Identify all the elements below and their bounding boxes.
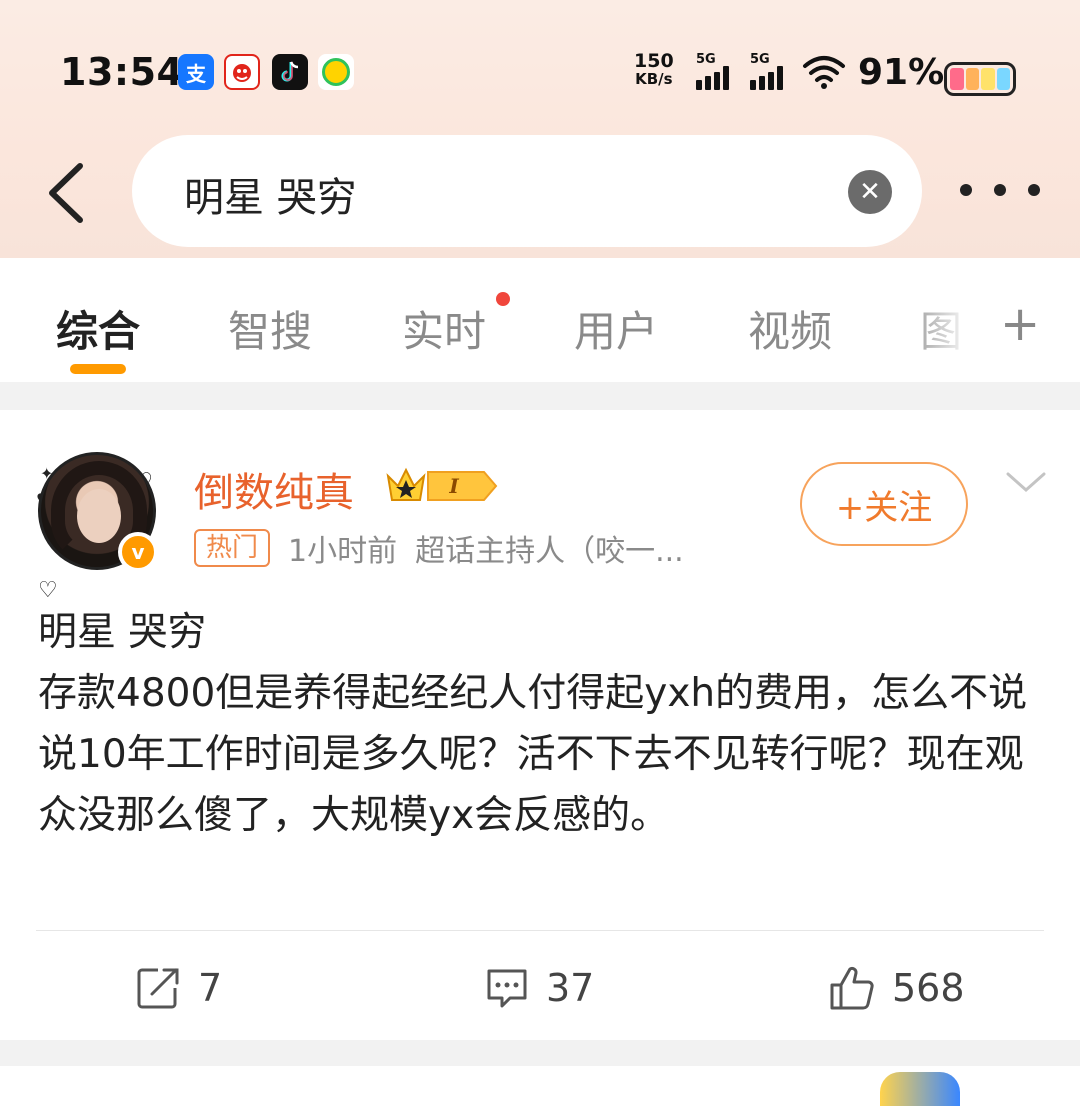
crown-badge-icon: I bbox=[384, 462, 500, 506]
hot-tag: 热门 bbox=[194, 529, 271, 567]
alipay-icon: 支 bbox=[178, 54, 214, 90]
tiktok-icon bbox=[272, 54, 308, 90]
add-tab-button[interactable]: + bbox=[1000, 296, 1040, 352]
next-post-card bbox=[0, 1066, 1080, 1106]
search-query: 明星 哭穷 bbox=[184, 175, 357, 221]
post-title-line: 明星 哭穷 bbox=[38, 610, 207, 655]
music-icon bbox=[318, 54, 354, 90]
sticker-icon bbox=[880, 1072, 960, 1106]
search-input[interactable]: 明星 哭穷 ✕ bbox=[132, 135, 922, 247]
post-source[interactable]: 超话主持人（咬一... bbox=[415, 526, 684, 570]
follow-button[interactable]: +关注 bbox=[800, 462, 968, 546]
repost-count: 7 bbox=[198, 966, 223, 1010]
tab-bar: 综合 智搜 实时 用户 视频 图 + bbox=[0, 258, 1080, 382]
divider bbox=[36, 930, 1044, 931]
post-card: ✦ ♡ ✦ ♡ ♥ ♡ v 倒数纯真 I 热门 1小时前 超话主持人（咬一...… bbox=[0, 410, 1080, 1040]
comment-count: 37 bbox=[546, 966, 595, 1010]
jd-icon bbox=[224, 54, 260, 90]
close-icon: ✕ bbox=[859, 177, 881, 207]
thumbs-up-icon bbox=[830, 966, 874, 1010]
tab-realtime[interactable]: 实时 bbox=[402, 298, 486, 359]
username[interactable]: 倒数纯真 bbox=[194, 460, 354, 518]
verified-badge-icon: v bbox=[118, 532, 158, 572]
like-count: 568 bbox=[892, 966, 965, 1010]
heart-icon: ♡ bbox=[38, 578, 58, 603]
tab-comprehensive[interactable]: 综合 bbox=[56, 298, 140, 359]
more-dot bbox=[1028, 184, 1040, 196]
status-time: 13:54 bbox=[60, 50, 184, 94]
svg-text:I: I bbox=[448, 474, 459, 498]
post-time: 1小时前 bbox=[288, 534, 398, 569]
net-speed: 150 KB/s bbox=[634, 50, 674, 89]
more-dot bbox=[994, 184, 1006, 196]
chevron-left-icon bbox=[49, 163, 83, 223]
avatar[interactable]: ✦ ♡ ✦ ♡ ♥ ♡ v bbox=[34, 440, 164, 603]
back-button[interactable] bbox=[40, 160, 96, 226]
tab-fade bbox=[900, 288, 990, 368]
battery-segment bbox=[996, 68, 1010, 90]
signal-icon: 5G bbox=[748, 52, 794, 92]
notification-dot bbox=[496, 292, 510, 306]
repost-button[interactable]: 7 bbox=[136, 958, 222, 1018]
battery-segment bbox=[965, 68, 979, 90]
battery-level: 91% bbox=[858, 52, 945, 93]
tab-videos[interactable]: 视频 bbox=[748, 298, 832, 359]
post-meta: 热门 1小时前 超话主持人（咬一... bbox=[194, 526, 684, 570]
post-content[interactable]: 明星 哭穷 存款4800但是养得起经纪人付得起yxh的费用，怎么不说说10年工作… bbox=[38, 602, 1048, 846]
comment-icon bbox=[487, 969, 527, 1008]
battery-segment bbox=[950, 68, 964, 90]
active-tab-indicator bbox=[70, 364, 126, 374]
signal-icon: 5G bbox=[694, 52, 740, 92]
status-bar: 13:54 支 150 KB/s 5G 5G 91% bbox=[0, 40, 1080, 110]
comment-button[interactable]: 37 bbox=[484, 958, 594, 1018]
post-text: 存款4800但是养得起经纪人付得起yxh的费用，怎么不说说10年工作时间是多久呢… bbox=[38, 671, 1028, 838]
wifi-icon bbox=[802, 54, 846, 90]
battery-icon bbox=[944, 62, 1016, 96]
tab-users[interactable]: 用户 bbox=[574, 298, 658, 359]
more-dot bbox=[960, 184, 972, 196]
battery-segment bbox=[981, 68, 995, 90]
chevron-down-icon[interactable] bbox=[1004, 468, 1048, 498]
tab-smart-search[interactable]: 智搜 bbox=[228, 298, 312, 359]
like-button[interactable]: 568 bbox=[828, 958, 965, 1018]
more-options-button[interactable] bbox=[960, 170, 1040, 210]
clear-search-button[interactable]: ✕ bbox=[848, 170, 892, 214]
repost-icon bbox=[137, 968, 179, 1009]
